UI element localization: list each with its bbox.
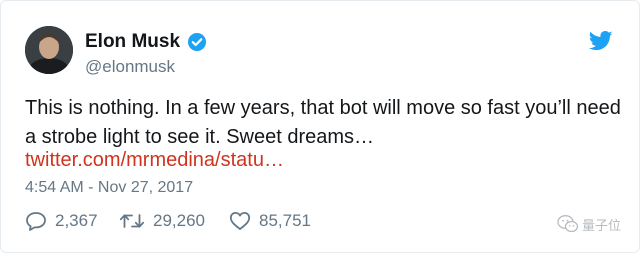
- tweet-text: This is nothing. In a few years, that bo…: [25, 94, 625, 152]
- retweet-button[interactable]: 29,260: [119, 209, 205, 233]
- retweet-count: 29,260: [153, 211, 205, 230]
- like-count: 85,751: [259, 211, 311, 230]
- wechat-icon: [557, 215, 579, 233]
- tweet-text-line: a strobe light to see it. Sweet dreams…: [25, 126, 375, 148]
- like-button[interactable]: 85,751: [229, 209, 311, 233]
- retweet-icon: [119, 214, 145, 228]
- twitter-bird-icon[interactable]: [588, 31, 613, 51]
- tweet-timestamp[interactable]: 4:54 AM - Nov 27, 2017: [25, 179, 193, 197]
- avatar[interactable]: [25, 26, 73, 74]
- tweet-actions: 2,367 29,260 85,751: [25, 209, 625, 233]
- verified-badge-icon: [187, 32, 207, 52]
- reply-count: 2,367: [55, 211, 98, 230]
- tweet-link[interactable]: twitter.com/mrmedina/statu…: [25, 149, 284, 172]
- tweet-text-line: This is nothing. In a few years, that bo…: [25, 97, 621, 119]
- author-name[interactable]: Elon Musk: [85, 31, 180, 53]
- watermark-text: 量子位: [582, 217, 622, 233]
- reply-icon: [26, 212, 46, 231]
- like-icon: [229, 212, 251, 230]
- watermark: 量子位: [557, 213, 621, 235]
- tweet-card: Elon Musk @elonmusk This is nothing. In …: [0, 0, 640, 253]
- author-handle[interactable]: @elonmusk: [85, 57, 175, 77]
- reply-button[interactable]: 2,367: [25, 209, 98, 233]
